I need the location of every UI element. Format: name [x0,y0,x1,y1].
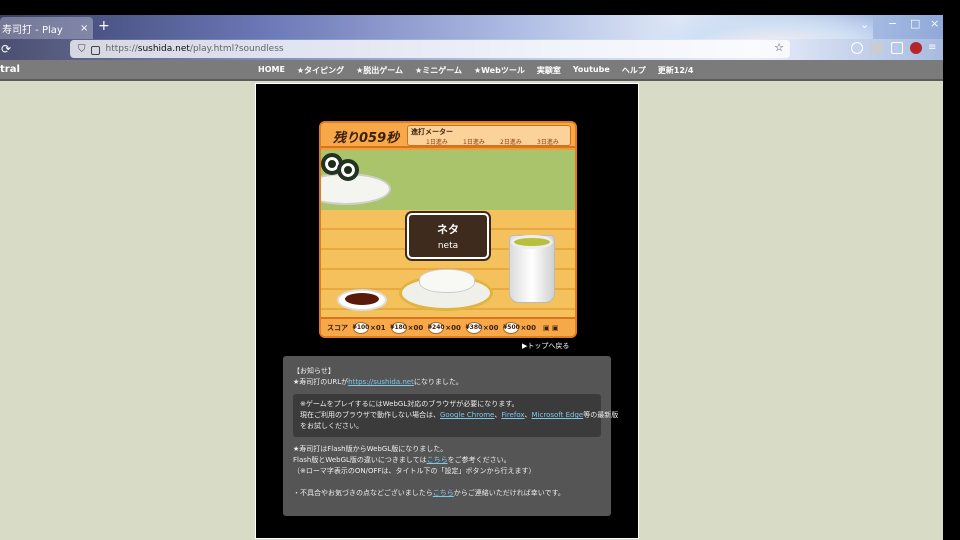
site-navbar: tral HOME ★タイピング ★脱出ゲーム ★ミニゲーム ★Webツール 実… [0,60,943,81]
url-bar[interactable]: ⛉ https://sushida.net/play.html?soundles… [70,40,790,58]
edge-link[interactable]: Microsoft Edge [532,411,584,419]
extension-shield-icon[interactable] [910,42,922,54]
game-header: 残り059秒 進打メーター 1日進み 1日進み 2日進み 3日進み [321,123,575,148]
price-count: ¥180 ×00 [390,321,424,334]
list-tabs-icon[interactable]: ⌄ [860,18,869,31]
site-logo[interactable]: tral [0,64,20,75]
meter-label: 進打メーター [411,128,453,136]
sushida-url-link[interactable]: https://sushida.net [348,378,414,386]
meter-mark: 3日進み [537,139,559,146]
typing-word-box: ネタ neta [407,213,489,259]
soy-sauce [345,293,379,305]
new-tab-icon[interactable]: + [98,18,110,34]
bookmark-star-icon[interactable]: ☆ [774,41,784,54]
progress-meter: 進打メーター 1日進み 1日進み 2日進み 3日進み [407,125,571,146]
price-badge: ¥100 [353,321,369,334]
word-japanese: ネタ [437,223,459,236]
reload-icon[interactable]: ⟳ [1,42,11,56]
nav-typing[interactable]: ★タイピング [297,65,344,76]
webgl-notice-box: ※ゲームをプレイするにはWebGL対応のブラウザが必要になります。 現在ご利用の… [293,394,619,437]
browser-suggestion: 現在ご利用のブラウザで動作しない場合は、Google Chrome、Firefo… [300,411,619,419]
flash-notice: ★寿司打はFlash版からWebGL版になりました。 [293,445,448,453]
url-domain: sushida.net [137,44,190,54]
notice-heading: 【お知らせ】 [293,367,335,375]
flash-diff-line: Flash版とWebGL版の違いにつきましてはこちらをご参考ください。 [293,456,511,464]
browser-tab-sushida[interactable]: 寿司打 - Play × [0,17,93,39]
game-panel: 残り059秒 進打メーター 1日進み 1日進み 2日進み 3日進み ネタ net… [255,83,639,539]
back-to-top-link[interactable]: ▶トップへ戻る [522,341,569,351]
flash-diff-link[interactable]: こちら [427,456,448,464]
account-icon[interactable] [871,42,883,54]
browser-suggestion-end: をお試しください。 [300,422,363,430]
nav-updates[interactable]: 更新12/4 [658,65,694,76]
notice-panel: 【お知らせ】 ★寿司打のURLがhttps://sushida.netになりまし… [283,356,619,516]
maki-roll-image [337,159,359,181]
menu-icon[interactable]: ≡ [928,42,940,54]
sound-settings-icon[interactable]: ▣ ▣ [543,324,558,332]
nav-help[interactable]: ヘルプ [622,65,646,76]
time-remaining: 残り059秒 [333,131,400,146]
nav-web-tools[interactable]: ★Webツール [474,65,525,76]
price-badge: ¥380 [465,321,482,334]
webgl-requirement: ※ゲームをプレイするにはWebGL対応のブラウザが必要になります。 [300,400,519,408]
letterbox-top [0,0,960,15]
contact-line: ・不具合やお気づきの点などございましたらこちらからご連絡いただければ幸いです。 [293,489,565,497]
firefox-link[interactable]: Firefox [501,411,524,419]
contact-link[interactable]: こちら [433,489,454,497]
shield-icon[interactable]: ⛉ [78,44,86,55]
letterbox-right [943,15,960,540]
nav-escape-games[interactable]: ★脱出ゲーム [356,65,403,76]
url-text: https://sushida.net/play.html?soundless [105,44,284,54]
tab-bar: 寿司打 - Play × + ⌄ − □ × [0,15,943,39]
romaji-setting-note: （※ローマ字表示のON/OFFは、タイトル下の「設定」ボタンから行えます） [293,467,536,475]
minimize-icon[interactable]: − [888,17,897,30]
lock-icon[interactable] [90,45,100,55]
meter-mark: 2日進み [500,139,522,146]
nav-menu: HOME ★タイピング ★脱出ゲーム ★ミニゲーム ★Webツール 実験室 Yo… [258,65,693,76]
price-count: ¥380 ×00 [465,321,499,334]
notice-url-line: ★寿司打のURLがhttps://sushida.netになりました。 [293,378,463,386]
score-bar: スコア ¥100 ×01 ¥180 ×00 ¥240 ×00 ¥380 ×00 ¥500… [321,317,575,336]
price-count: ¥100 ×01 [352,321,386,334]
tab-close-icon[interactable]: × [80,23,88,34]
nav-lab[interactable]: 実験室 [537,65,561,76]
browser-toolbar: ⟳ ⛉ https://sushida.net/play.html?soundl… [0,39,943,60]
price-badge: ¥240 [428,321,445,334]
nav-youtube[interactable]: Youtube [573,65,610,76]
theme-background [633,15,873,39]
window-close-icon[interactable]: × [930,17,939,30]
tea-surface [511,235,553,249]
extensions-icon[interactable] [891,42,903,54]
game-canvas[interactable]: 残り059秒 進打メーター 1日進み 1日進み 2日進み 3日進み ネタ net… [319,121,577,338]
price-badge: ¥180 [390,321,407,334]
score-label: スコア [327,323,348,332]
meter-mark: 1日進み [463,139,485,146]
nav-mini-games[interactable]: ★ミニゲーム [415,65,462,76]
price-badge: ¥500 [503,321,520,334]
pocket-icon[interactable] [851,42,863,54]
price-count: ¥500 ×00 [503,321,537,334]
page-body: 残り059秒 進打メーター 1日進み 1日進み 2日進み 3日進み ネタ net… [0,81,943,540]
maximize-icon[interactable]: □ [910,17,920,30]
word-romaji: neta [437,241,459,251]
price-count: ¥240 ×00 [427,321,461,334]
chrome-link[interactable]: Google Chrome [440,411,494,419]
tab-title: 寿司打 - Play [2,24,63,36]
meter-mark: 1日進み [426,139,448,146]
nav-home[interactable]: HOME [258,65,285,76]
nigiri-image [419,269,475,293]
